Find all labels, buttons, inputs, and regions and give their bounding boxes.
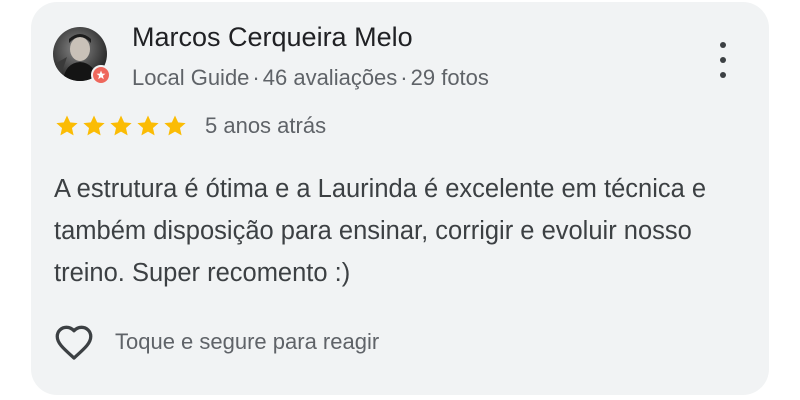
author-meta: Local Guide · 46 avaliações · 29 fotos (132, 65, 489, 91)
review-text: A estrutura é ótima e a Laurinda é excel… (54, 175, 707, 287)
heart-outline-icon (55, 325, 93, 360)
rating-row: 5 anos atrás (54, 112, 326, 140)
star-rating (54, 113, 188, 139)
star-icon (110, 115, 132, 136)
meta-separator: · (252, 65, 260, 90)
local-guide-label: Local Guide (132, 65, 250, 90)
review-count: 46 avaliações (262, 65, 398, 90)
photo-count: 29 fotos (410, 65, 489, 90)
react-button[interactable]: Toque e segure para reagir (53, 323, 379, 361)
more-options-button[interactable] (711, 40, 735, 80)
review-card: Marcos Cerqueira Melo Local Guide · 46 ava… (31, 2, 769, 395)
author-name[interactable]: Marcos Cerqueira Melo (132, 22, 413, 53)
star-icon (83, 115, 105, 136)
review-age: 5 anos atrás (205, 113, 327, 138)
local-guide-badge-icon (91, 65, 111, 85)
react-label: Toque e segure para reagir (115, 329, 380, 354)
meta-separator: · (400, 65, 408, 90)
more-vert-icon (720, 42, 726, 48)
star-icon (164, 115, 186, 136)
star-icon (56, 115, 78, 136)
author-avatar[interactable] (53, 27, 111, 85)
star-icon (137, 115, 159, 136)
